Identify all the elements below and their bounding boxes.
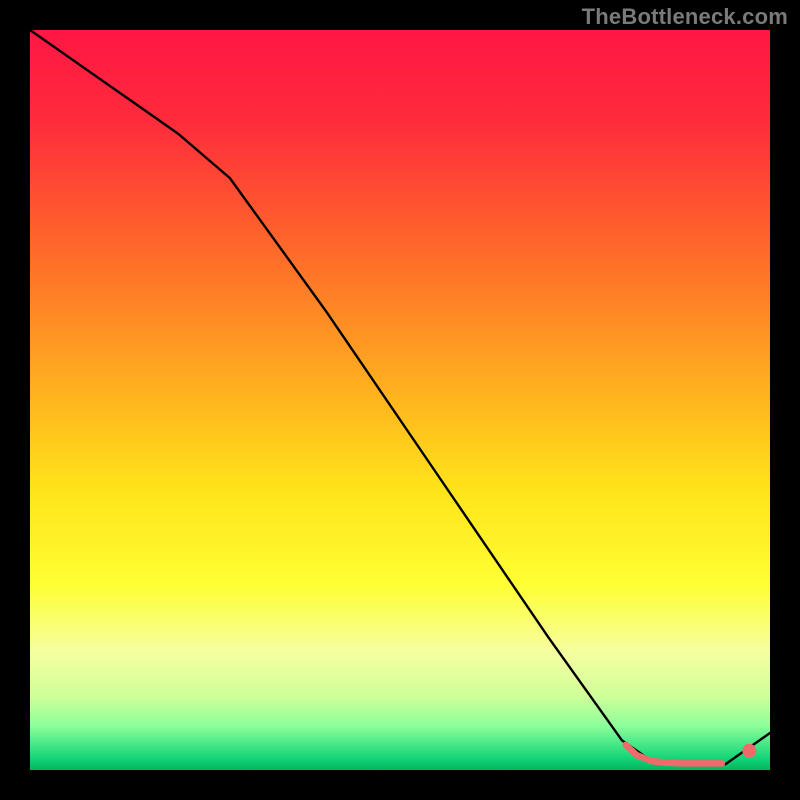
plot-area (30, 30, 770, 770)
chart-lines (30, 30, 770, 770)
curve-line (30, 30, 770, 764)
watermark-label: TheBottleneck.com (582, 4, 788, 30)
chart-stage: TheBottleneck.com (0, 0, 800, 800)
flat-highlight-line (626, 745, 722, 764)
end-dot (742, 744, 756, 758)
